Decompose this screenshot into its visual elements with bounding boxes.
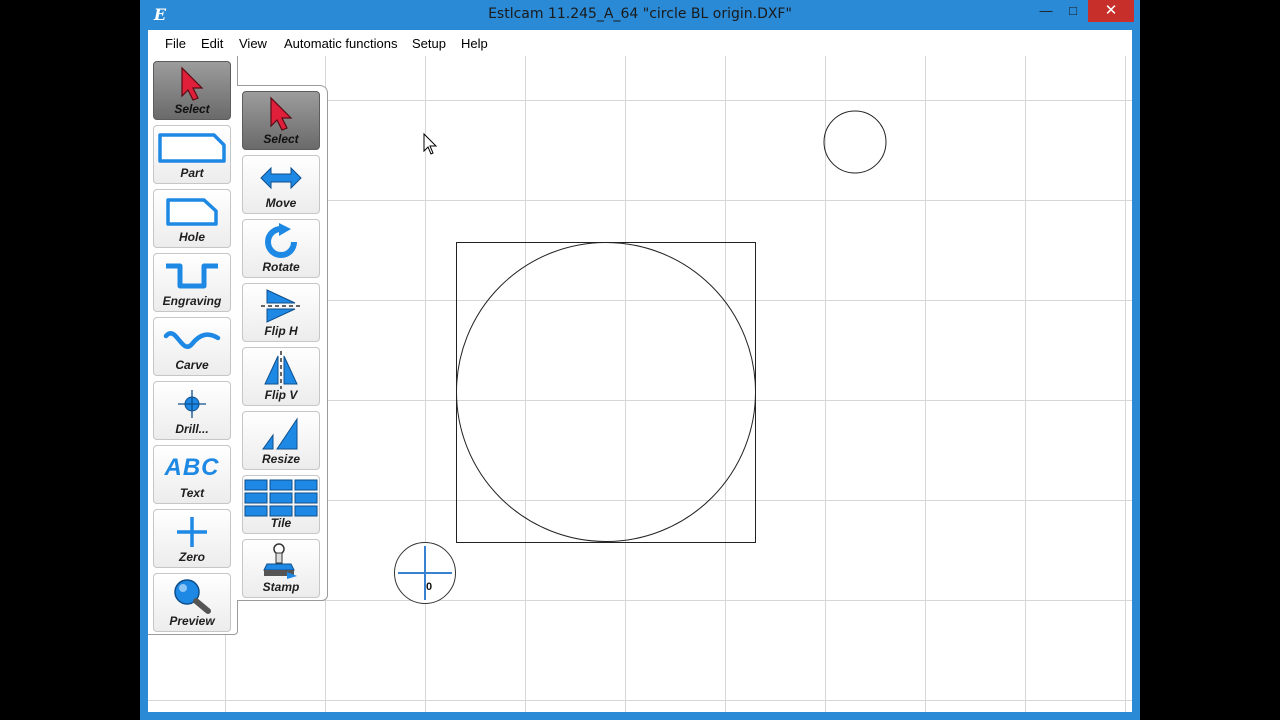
magnifier-icon — [154, 577, 230, 615]
tool-label: Select — [174, 102, 210, 116]
window-title: Estlcam 11.245_A_64 "circle BL origin.DX… — [488, 6, 792, 22]
tool-engraving[interactable]: Engraving — [153, 253, 231, 312]
tool-label: Preview — [169, 614, 215, 628]
move-arrows-icon — [243, 159, 319, 197]
tool-preview[interactable]: Preview — [153, 573, 231, 632]
tool-move[interactable]: Move — [242, 155, 320, 214]
app-window: E Estlcam 11.245_A_64 "circle BL origin.… — [140, 0, 1140, 720]
tool-label: Resize — [261, 452, 301, 466]
tool-flip-v[interactable]: Flip V — [242, 347, 320, 406]
text-icon: ABC — [154, 449, 230, 487]
large-circle-shape[interactable] — [456, 242, 756, 542]
select-arrow-icon — [154, 65, 230, 103]
tool-label: Carve — [175, 358, 209, 372]
rotate-icon — [243, 223, 319, 261]
tile-grid-icon — [243, 479, 319, 517]
menu-automatic-functions[interactable]: Automatic functions — [284, 36, 397, 51]
minimize-button[interactable]: — — [1033, 0, 1059, 22]
menu-bar: File Edit View Automatic functions Setup… — [148, 30, 1132, 56]
close-button[interactable]: ✕ — [1088, 0, 1134, 22]
menu-help[interactable]: Help — [461, 36, 488, 51]
square-shape[interactable] — [456, 242, 756, 543]
zero-icon — [154, 513, 230, 551]
engraving-icon — [154, 257, 230, 295]
tool-label: Rotate — [262, 260, 300, 274]
title-bar[interactable]: E Estlcam 11.245_A_64 "circle BL origin.… — [140, 0, 1140, 30]
tool-stamp[interactable]: Stamp — [242, 539, 320, 598]
origin-marker[interactable] — [394, 542, 456, 604]
tool-label: Part — [180, 166, 204, 180]
drawing-canvas[interactable]: 0 Select Part Hole Engraving Carve Drill… — [148, 56, 1132, 712]
tool-label: Flip H — [264, 324, 298, 338]
resize-icon — [243, 415, 319, 453]
tool-text[interactable]: ABC Text — [153, 445, 231, 504]
tool-label: Zero — [178, 550, 205, 564]
mouse-cursor-icon — [423, 132, 438, 155]
menu-edit[interactable]: Edit — [201, 36, 223, 51]
tool-select[interactable]: Select — [153, 61, 231, 120]
tool-label: Engraving — [162, 294, 222, 308]
text-icon-glyph: ABC — [164, 454, 220, 481]
transform-tools-panel: Select Move Rotate Flip H Flip V Resize … — [237, 85, 328, 601]
flip-vertical-icon — [243, 351, 319, 389]
tool-flip-h[interactable]: Flip H — [242, 283, 320, 342]
tool-label: Move — [265, 196, 297, 210]
tool-label: Stamp — [262, 580, 300, 594]
tool-part[interactable]: Part — [153, 125, 231, 184]
client-area: File Edit View Automatic functions Setup… — [148, 30, 1132, 712]
tool-hole[interactable]: Hole — [153, 189, 231, 248]
main-tools-panel: Select Part Hole Engraving Carve Drill..… — [148, 56, 238, 635]
flip-horizontal-icon — [243, 287, 319, 325]
stamp-icon — [243, 543, 319, 581]
tool-label: Hole — [178, 230, 205, 244]
hole-icon — [154, 193, 230, 231]
origin-label: 0 — [426, 581, 432, 593]
tool-label: Tile — [270, 516, 292, 530]
menu-setup[interactable]: Setup — [412, 36, 446, 51]
tool-tile[interactable]: Tile — [242, 475, 320, 534]
carve-icon — [154, 321, 230, 359]
tool-label: Flip V — [264, 388, 298, 402]
part-icon — [154, 129, 230, 167]
tool-rotate[interactable]: Rotate — [242, 219, 320, 278]
tool-label: Select — [263, 132, 299, 146]
small-circle-shape[interactable] — [823, 110, 887, 174]
menu-file[interactable]: File — [165, 36, 186, 51]
tool-resize[interactable]: Resize — [242, 411, 320, 470]
menu-view[interactable]: View — [239, 36, 267, 51]
tool-zero[interactable]: Zero — [153, 509, 231, 568]
tool-label: Text — [179, 486, 205, 500]
tool-label: Drill... — [175, 422, 209, 436]
maximize-button[interactable]: □ — [1060, 0, 1086, 22]
select-arrow-icon — [243, 95, 319, 133]
drill-icon — [154, 385, 230, 423]
tool-drill[interactable]: Drill... — [153, 381, 231, 440]
tool-select-transform[interactable]: Select — [242, 91, 320, 150]
tool-carve[interactable]: Carve — [153, 317, 231, 376]
